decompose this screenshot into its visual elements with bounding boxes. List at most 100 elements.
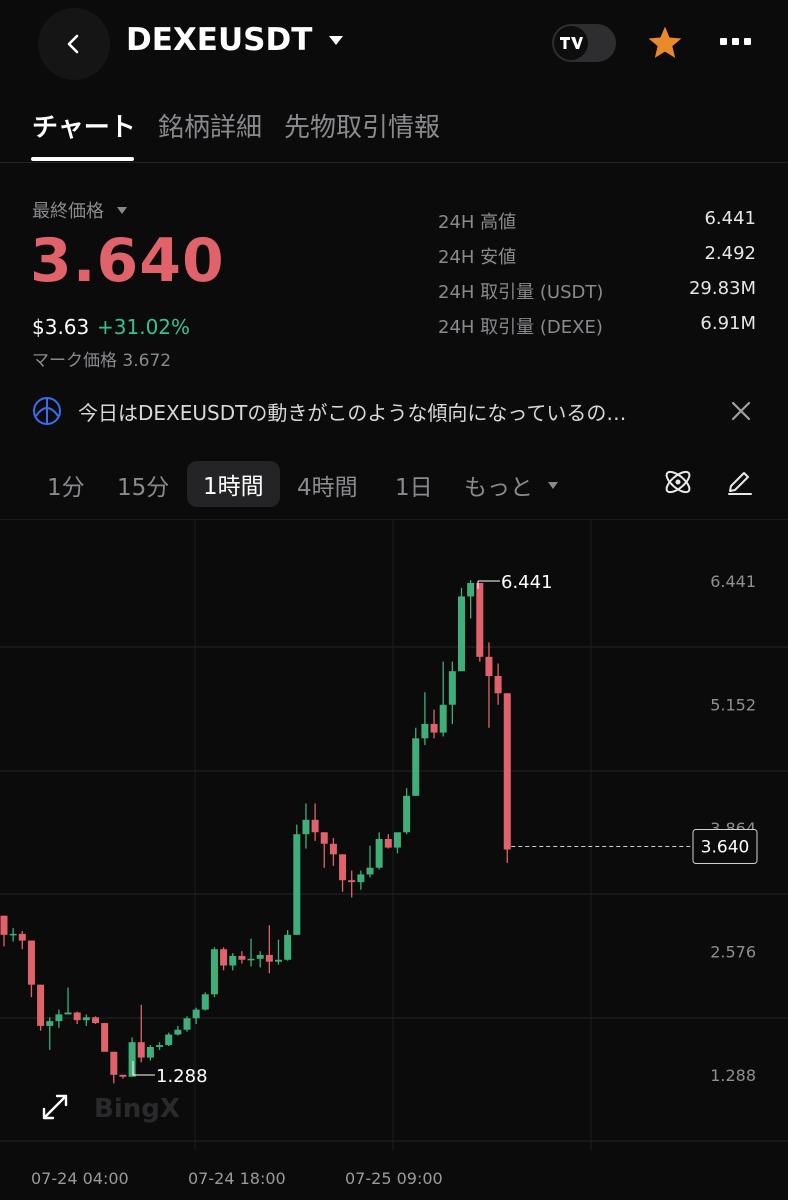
- candle-body: [357, 874, 365, 883]
- candle-body: [339, 854, 347, 881]
- candle-body: [265, 954, 273, 962]
- back-button[interactable]: [38, 8, 110, 80]
- last-price-label[interactable]: 最終価格: [32, 197, 128, 223]
- candle-body: [320, 832, 328, 844]
- candle-body: [101, 1023, 109, 1052]
- tab-active-indicator: [31, 157, 134, 161]
- candle-body: [375, 838, 383, 868]
- ai-banner[interactable]: 今日はDEXEUSDTの動きがこのような傾向になっているの…: [32, 395, 754, 427]
- candle-body: [448, 671, 456, 705]
- candle-body: [9, 933, 17, 936]
- stats-panel: 24H 高値 6.441 24H 安値 2.492 24H 取引量 (USDT)…: [438, 208, 756, 348]
- triangle-down-icon: [117, 206, 127, 214]
- candle-body: [18, 933, 26, 941]
- candle-body: [37, 984, 45, 1026]
- tradingview-toggle-icon: [554, 26, 588, 60]
- candle-body: [229, 955, 237, 966]
- tabs-divider: [0, 162, 788, 163]
- candle-body: [201, 994, 209, 1010]
- stat-vol-dexe-label: 24H 取引量 (DEXE): [438, 317, 603, 338]
- close-icon[interactable]: [730, 400, 752, 422]
- timeframe-15m[interactable]: 15分: [117, 468, 169, 502]
- ai-banner-text: 今日はDEXEUSDTの動きがこのような傾向になっているの…: [78, 400, 627, 425]
- candle-body: [485, 656, 493, 677]
- expand-icon[interactable]: [40, 1092, 70, 1122]
- star-icon[interactable]: [646, 25, 684, 61]
- x-tick-1: 07-24 04:00: [31, 1169, 129, 1188]
- candle-body: [458, 596, 465, 672]
- tab-chart[interactable]: チャート: [32, 107, 136, 144]
- candle-body: [165, 1034, 173, 1046]
- candle-body: [92, 1017, 99, 1024]
- candle-body: [110, 1051, 118, 1075]
- candle-body: [476, 583, 484, 657]
- candle-body: [46, 1021, 54, 1026]
- symbol-title: DEXEUSDT: [126, 22, 313, 58]
- candle-body: [421, 723, 429, 739]
- candle-body: [311, 819, 319, 833]
- candle-body: [403, 795, 411, 833]
- candle-body: [183, 1018, 191, 1030]
- candle-body: [156, 1045, 164, 1048]
- back-arrow-icon: [67, 34, 79, 54]
- mark-price-row: マーク価格 3.672: [32, 346, 171, 371]
- price-change: +31.02%: [97, 315, 191, 339]
- candle-body: [137, 1042, 145, 1058]
- candle-body: [64, 1012, 72, 1015]
- candle-body: [146, 1047, 154, 1058]
- price-usd: $3.63: [32, 315, 90, 339]
- candle-body: [119, 1074, 127, 1077]
- low-marker-label: 1.288: [156, 1066, 208, 1087]
- tab-futures-info[interactable]: 先物取引情報: [284, 107, 440, 144]
- stat-vol-usdt-value: 29.83M: [688, 278, 756, 299]
- more-menu-button[interactable]: [720, 38, 751, 45]
- atom-indicator-icon[interactable]: [662, 466, 694, 498]
- stat-high-label: 24H 高値: [438, 212, 517, 233]
- candle-body: [247, 958, 255, 961]
- y-tick-label: 1.288: [710, 1066, 756, 1085]
- timeframe-1m[interactable]: 1分: [47, 468, 85, 502]
- candle-body: [348, 880, 356, 883]
- candle-body: [256, 954, 264, 959]
- candlestick-chart[interactable]: BingX 6.4415.1523.8642.5761.288 6.4411.2…: [0, 520, 788, 1150]
- last-price: 3.640: [30, 226, 225, 296]
- candle-body: [55, 1014, 63, 1022]
- candle-body: [275, 959, 282, 962]
- high-marker-label: 6.441: [501, 572, 553, 593]
- timeframe-more-label: もっと: [464, 475, 533, 501]
- triangle-down-icon: [548, 481, 558, 489]
- timeframe-more[interactable]: もっと: [464, 468, 559, 502]
- stat-vol-dexe-value: 6.91M: [700, 313, 756, 334]
- last-price-tag-label: 3.640: [701, 838, 750, 858]
- timeframe-1h[interactable]: 1時間: [187, 461, 280, 507]
- x-tick-2: 07-24 18:00: [188, 1169, 286, 1188]
- candle-body: [412, 738, 420, 796]
- mark-price-value: 3.672: [122, 351, 172, 371]
- timeframe-1d[interactable]: 1日: [395, 468, 433, 502]
- y-tick-label: 2.576: [710, 943, 756, 962]
- candle-body: [467, 583, 475, 597]
- candle-body: [366, 867, 374, 875]
- candle-body: [82, 1017, 90, 1021]
- candle-body: [220, 949, 228, 966]
- more-dots-icon: [720, 38, 751, 45]
- symbol-selector[interactable]: DEXEUSDT: [126, 22, 344, 58]
- candle-body: [128, 1042, 136, 1077]
- candle-body: [192, 1009, 200, 1019]
- candle-body: [503, 693, 511, 850]
- stat-low-value: 2.492: [704, 243, 756, 264]
- candle-body: [293, 834, 301, 935]
- stat-high-value: 6.441: [704, 208, 756, 229]
- timeframe-4h[interactable]: 4時間: [297, 468, 358, 502]
- candle-body: [73, 1012, 81, 1021]
- candle-body: [393, 832, 401, 848]
- tradingview-toggle[interactable]: [552, 24, 616, 62]
- candle-body: [439, 704, 447, 733]
- candle-body: [27, 940, 35, 985]
- pencil-icon[interactable]: [726, 466, 754, 496]
- candle-body: [238, 955, 246, 960]
- candle-body: [302, 819, 310, 835]
- tab-details[interactable]: 銘柄詳細: [158, 107, 262, 144]
- x-tick-3: 07-25 09:00: [345, 1169, 443, 1188]
- triangle-down-icon: [329, 36, 344, 45]
